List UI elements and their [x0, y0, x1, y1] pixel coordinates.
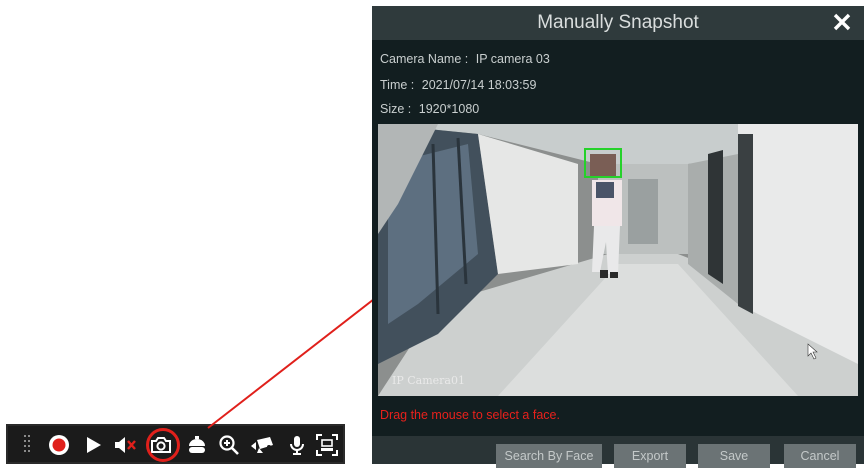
microphone-icon[interactable] — [284, 433, 310, 457]
cancel-button[interactable]: Cancel — [784, 444, 856, 468]
close-icon[interactable] — [830, 10, 854, 34]
time-label: Time : — [380, 78, 415, 92]
dialog-footer: Search By Face Export Save Cancel — [372, 436, 864, 468]
grip-icon[interactable] — [24, 435, 32, 455]
face-capture-icon[interactable] — [314, 433, 340, 457]
camera-name-value: IP camera 03 — [475, 52, 550, 66]
drag-hint-text: Drag the mouse to select a face. — [380, 408, 560, 422]
face-detection-box[interactable] — [584, 148, 622, 178]
export-button[interactable]: Export — [614, 444, 686, 468]
dialog-title: Manually Snapshot — [537, 12, 699, 33]
camera-name-label: Camera Name : — [380, 52, 469, 66]
live-view-toolbar — [6, 424, 345, 464]
save-button[interactable]: Save — [698, 444, 770, 468]
dialog-titlebar: Manually Snapshot — [372, 6, 864, 40]
mute-icon[interactable] — [112, 433, 138, 457]
camera-switch-icon[interactable] — [250, 433, 276, 457]
size-value: 1920*1080 — [418, 102, 480, 116]
manual-snapshot-dialog: Manually Snapshot Camera Name : IP camer… — [372, 6, 864, 468]
play-icon[interactable] — [80, 433, 106, 457]
record-icon[interactable] — [46, 433, 72, 457]
time-row: Time : 2021/07/14 18:03:59 — [380, 78, 536, 92]
camera-name-row: Camera Name : IP camera 03 — [380, 52, 550, 66]
time-value: 2021/07/14 18:03:59 — [421, 78, 537, 92]
snapshot-image[interactable]: IP Camera01 — [378, 124, 858, 396]
camera-osd-label: IP Camera01 — [392, 374, 465, 387]
ptz-icon[interactable] — [184, 433, 210, 457]
size-label: Size : — [380, 102, 412, 116]
zoom-in-icon[interactable] — [216, 433, 242, 457]
search-by-face-button[interactable]: Search By Face — [496, 444, 602, 468]
snapshot-highlight-circle — [146, 428, 180, 462]
size-row: Size : 1920*1080 — [380, 102, 479, 116]
